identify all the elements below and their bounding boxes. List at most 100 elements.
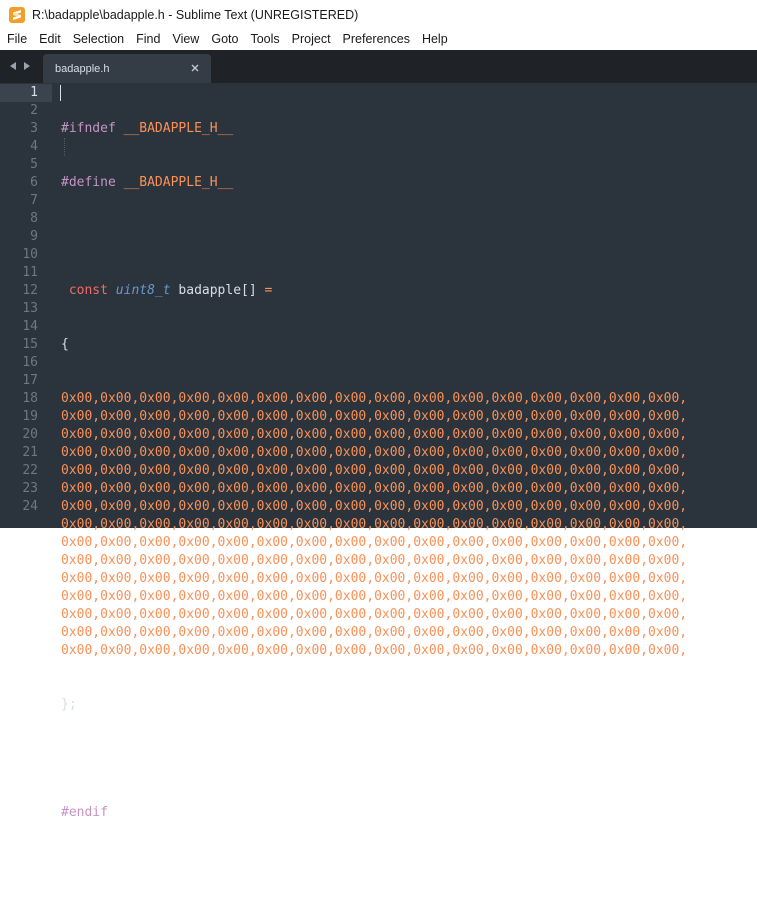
hex-data-row: 0x00,0x00,0x00,0x00,0x00,0x00,0x00,0x00,… xyxy=(61,553,688,568)
code-line: 0x00,0x00,0x00,0x00,0x00,0x00,0x00,0x00,… xyxy=(61,552,687,570)
code-line: 0x00,0x00,0x00,0x00,0x00,0x00,0x00,0x00,… xyxy=(61,624,687,642)
menu-help[interactable]: Help xyxy=(416,29,454,50)
code-line: #define __BADAPPLE_H__ xyxy=(61,174,687,192)
menu-selection[interactable]: Selection xyxy=(67,29,130,50)
line-numbers: 1 2 3 4 5 6 7 8 9 10 11 12 13 14 15 16 17 18 19 20 21 22 23 24 xyxy=(0,84,38,516)
type-name: uint8_t xyxy=(115,283,171,298)
menu-find[interactable]: Find xyxy=(130,29,166,50)
preprocessor-directive: #ifndef xyxy=(61,121,116,136)
menu-tools[interactable]: Tools xyxy=(244,29,285,50)
hex-data-row: 0x00,0x00,0x00,0x00,0x00,0x00,0x00,0x00,… xyxy=(61,463,688,478)
code-line: 0x00,0x00,0x00,0x00,0x00,0x00,0x00,0x00,… xyxy=(61,462,687,480)
line-number: 20 xyxy=(22,427,38,442)
code-line: 0x00,0x00,0x00,0x00,0x00,0x00,0x00,0x00,… xyxy=(61,570,687,588)
code-line: const uint8_t badapple[] = xyxy=(61,282,687,300)
line-number: 9 xyxy=(30,229,38,244)
code-line: #endif xyxy=(61,804,687,822)
tab-navigation xyxy=(8,60,34,72)
array-identifier: badapple[] xyxy=(178,283,257,298)
line-number: 16 xyxy=(22,355,38,370)
assignment-operator: = xyxy=(264,283,273,298)
data-rows: 0x00,0x00,0x00,0x00,0x00,0x00,0x00,0x00,… xyxy=(61,390,687,660)
hex-data-row: 0x00,0x00,0x00,0x00,0x00,0x00,0x00,0x00,… xyxy=(61,391,688,406)
line-number: 14 xyxy=(22,319,38,334)
hex-data-row: 0x00,0x00,0x00,0x00,0x00,0x00,0x00,0x00,… xyxy=(61,535,688,550)
line-number: 21 xyxy=(22,445,38,460)
menu-edit[interactable]: Edit xyxy=(33,29,67,50)
hex-data-row: 0x00,0x00,0x00,0x00,0x00,0x00,0x00,0x00,… xyxy=(61,589,688,604)
menu-view[interactable]: View xyxy=(166,29,205,50)
code-line: 0x00,0x00,0x00,0x00,0x00,0x00,0x00,0x00,… xyxy=(61,480,687,498)
line-number: 18 xyxy=(22,391,38,406)
line-number: 10 xyxy=(22,247,38,262)
line-number: 2 xyxy=(30,103,38,118)
tab-label: badapple.h xyxy=(55,63,110,75)
line-number: 7 xyxy=(30,193,38,208)
hex-data-row: 0x00,0x00,0x00,0x00,0x00,0x00,0x00,0x00,… xyxy=(61,409,688,424)
tab-badapple-h[interactable]: badapple.h xyxy=(43,54,211,83)
line-number: 1 xyxy=(30,85,38,100)
line-number: 22 xyxy=(22,463,38,478)
title-bar: R:\badapple\badapple.h - Sublime Text (U… xyxy=(0,0,757,29)
tab-next-icon[interactable] xyxy=(22,61,32,71)
hex-data-row: 0x00,0x00,0x00,0x00,0x00,0x00,0x00,0x00,… xyxy=(61,517,688,532)
menu-file[interactable]: File xyxy=(0,29,33,50)
menu-goto[interactable]: Goto xyxy=(205,29,244,50)
hex-data-row: 0x00,0x00,0x00,0x00,0x00,0x00,0x00,0x00,… xyxy=(61,607,688,622)
menu-bar: File Edit Selection Find View Goto Tools… xyxy=(0,29,757,50)
hex-data-row: 0x00,0x00,0x00,0x00,0x00,0x00,0x00,0x00,… xyxy=(61,643,688,658)
hex-data-row: 0x00,0x00,0x00,0x00,0x00,0x00,0x00,0x00,… xyxy=(61,571,688,586)
hex-data-row: 0x00,0x00,0x00,0x00,0x00,0x00,0x00,0x00,… xyxy=(61,427,688,442)
line-number: 23 xyxy=(22,481,38,496)
code-line: 0x00,0x00,0x00,0x00,0x00,0x00,0x00,0x00,… xyxy=(61,588,687,606)
line-number: 5 xyxy=(30,157,38,172)
tab-prev-icon[interactable] xyxy=(8,61,18,71)
macro-name: __BADAPPLE_H__ xyxy=(123,121,234,136)
close-brace: }; xyxy=(61,697,77,712)
sublime-logo-icon xyxy=(9,6,25,23)
editor-pane[interactable]: 1 2 3 4 5 6 7 8 9 10 11 12 13 14 15 16 17 18 19 20 21 22 23 24 … xyxy=(0,83,757,820)
menu-preferences[interactable]: Preferences xyxy=(337,29,416,50)
window-title: R:\badapple\badapple.h - Sublime Text (U… xyxy=(32,7,359,22)
line-number: 15 xyxy=(22,337,38,352)
code-line: 0x00,0x00,0x00,0x00,0x00,0x00,0x00,0x00,… xyxy=(61,426,687,444)
code-line: #ifndef __BADAPPLE_H__ xyxy=(61,120,687,138)
line-number: 4 xyxy=(30,139,38,154)
code-area[interactable]: #ifndef __BADAPPLE_H__ #define __BADAPPL… xyxy=(61,84,687,912)
hex-data-row: 0x00,0x00,0x00,0x00,0x00,0x00,0x00,0x00,… xyxy=(61,625,688,640)
code-line: 0x00,0x00,0x00,0x00,0x00,0x00,0x00,0x00,… xyxy=(61,390,687,408)
line-number: 6 xyxy=(30,175,38,190)
line-number: 19 xyxy=(22,409,38,424)
gutter: 1 2 3 4 5 6 7 8 9 10 11 12 13 14 15 16 17 18 19 20 21 22 23 24 xyxy=(0,83,52,528)
code-line: 0x00,0x00,0x00,0x00,0x00,0x00,0x00,0x00,… xyxy=(61,606,687,624)
hex-data-row: 0x00,0x00,0x00,0x00,0x00,0x00,0x00,0x00,… xyxy=(61,481,688,496)
code-line: }; xyxy=(61,696,687,714)
macro-name: __BADAPPLE_H__ xyxy=(123,175,234,190)
line-number: 24 xyxy=(22,499,38,514)
code-line: 0x00,0x00,0x00,0x00,0x00,0x00,0x00,0x00,… xyxy=(61,534,687,552)
line-number: 12 xyxy=(22,283,38,298)
code-line: { xyxy=(61,336,687,354)
close-tab-icon[interactable] xyxy=(189,62,201,74)
line-number: 17 xyxy=(22,373,38,388)
code-line: 0x00,0x00,0x00,0x00,0x00,0x00,0x00,0x00,… xyxy=(61,516,687,534)
line-number: 8 xyxy=(30,211,38,226)
line-number: 3 xyxy=(30,121,38,136)
storage-keyword: const xyxy=(68,283,108,298)
open-brace: { xyxy=(61,337,69,352)
hex-data-row: 0x00,0x00,0x00,0x00,0x00,0x00,0x00,0x00,… xyxy=(61,499,688,514)
code-line: 0x00,0x00,0x00,0x00,0x00,0x00,0x00,0x00,… xyxy=(61,408,687,426)
code-line: 0x00,0x00,0x00,0x00,0x00,0x00,0x00,0x00,… xyxy=(61,498,687,516)
line-number: 13 xyxy=(22,301,38,316)
code-line: 0x00,0x00,0x00,0x00,0x00,0x00,0x00,0x00,… xyxy=(61,642,687,660)
hex-data-row: 0x00,0x00,0x00,0x00,0x00,0x00,0x00,0x00,… xyxy=(61,445,688,460)
line-number: 11 xyxy=(22,265,38,280)
menu-project[interactable]: Project xyxy=(286,29,337,50)
preprocessor-directive: #endif xyxy=(61,805,108,820)
preprocessor-directive: #define xyxy=(61,175,116,190)
tab-bar: badapple.h xyxy=(0,50,757,83)
code-line: 0x00,0x00,0x00,0x00,0x00,0x00,0x00,0x00,… xyxy=(61,444,687,462)
